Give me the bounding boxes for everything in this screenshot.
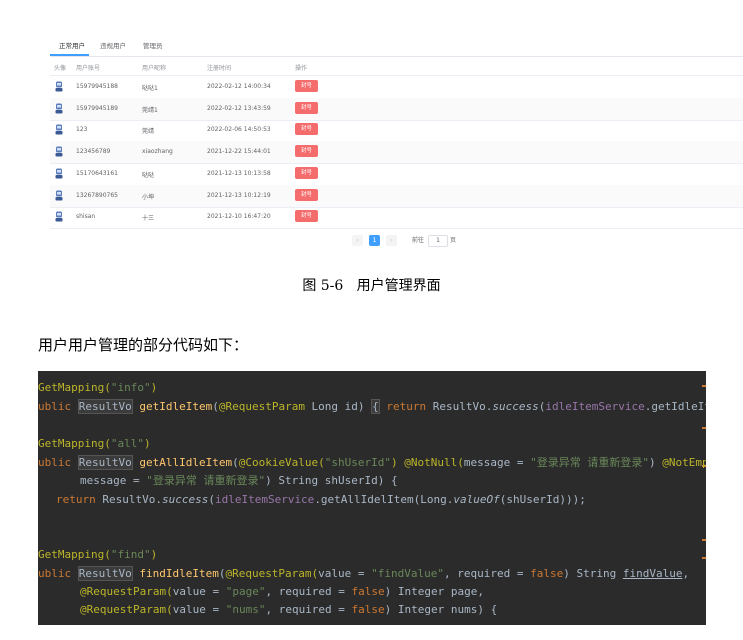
code-screenshot: GetMapping("info") ublic ResultVo getIdl…	[38, 371, 706, 625]
user-avatar-icon	[55, 211, 63, 222]
prev-page-button[interactable]: ‹	[352, 235, 363, 246]
table-row: 15170643161 哒哒 2021-12-13 10:13:58 封号	[50, 163, 743, 186]
user-account: shisan	[76, 213, 96, 221]
code-line: @RequestParam(value = "nums", required =…	[80, 603, 498, 616]
user-avatar-icon	[55, 190, 63, 200]
gutter-marker	[702, 539, 706, 541]
user-nickname: 哒哒	[142, 171, 155, 179]
table-row: 13267890765 小坤 2021-12-13 10:12:19 封号	[50, 184, 743, 208]
register-time: 2021-12-13 10:13:58	[207, 169, 271, 177]
user-account: 15979945189	[76, 104, 118, 112]
gutter-marker	[702, 557, 706, 559]
goto-label: 前往	[412, 237, 425, 244]
user-nickname: 十三	[142, 215, 155, 223]
code-line: @RequestParam(value = "page", required =…	[80, 585, 485, 598]
ban-user-button[interactable]: 封号	[295, 101, 318, 114]
user-avatar-icon	[55, 146, 63, 157]
user-nickname: 哒哒1	[142, 85, 158, 92]
header-register-time: 注册时间	[207, 65, 232, 72]
user-nickname: xiaozhang	[142, 148, 173, 156]
user-account: 123456789	[76, 148, 111, 156]
user-nickname: 莞靖	[142, 128, 155, 136]
user-nickname: 莞靖1	[142, 106, 158, 114]
goto-page-input[interactable]: 1	[428, 235, 448, 247]
active-tab-indicator	[50, 54, 89, 56]
figure-caption: 图 5-6 用户管理界面	[302, 278, 441, 294]
next-page-button[interactable]: ›	[386, 235, 397, 246]
page-suffix: 页	[450, 237, 457, 244]
register-time: 2021-12-13 10:12:19	[207, 191, 271, 199]
page-1-button[interactable]: 1	[369, 235, 380, 246]
user-account: 13267890765	[76, 191, 118, 199]
user-management-screenshot: 正常用户 违规用户 管理员 头像 用户账号 用户昵称 注册时间 操作 15979…	[50, 30, 743, 260]
ban-user-button[interactable]: 封号	[295, 210, 318, 223]
table-row: 123456789 xiaozhang 2021-12-22 15:44:01 封号	[50, 141, 743, 165]
user-avatar-icon	[55, 103, 63, 114]
register-time: 2022-02-06 14:50:53	[207, 126, 271, 134]
table-row: 123 莞靖 2022-02-06 14:50:53 封号	[50, 119, 743, 143]
register-time: 2022-02-12 13:43:59	[207, 104, 271, 112]
ban-user-button[interactable]: 封号	[295, 188, 318, 201]
user-nickname: 小坤	[142, 193, 155, 201]
code-line: GetMapping("info")	[38, 381, 158, 394]
header-nickname: 用户昵称	[142, 65, 167, 72]
gutter-marker	[702, 385, 706, 387]
user-account: 123	[76, 126, 88, 134]
code-line: ublic ResultVo getIdleItem(@RequestParam…	[38, 399, 706, 414]
code-line: message = "登录异常 请重新登录") String shUserId)…	[80, 474, 398, 487]
ban-user-button[interactable]: 封号	[295, 145, 318, 158]
register-time: 2021-12-10 16:47:20	[207, 213, 271, 221]
register-time: 2021-12-22 15:44:01	[207, 148, 271, 156]
header-actions: 操作	[295, 65, 308, 72]
register-time: 2022-02-12 14:00:34	[207, 83, 271, 90]
header-avatar: 头像	[54, 65, 67, 72]
user-avatar-icon	[55, 81, 63, 92]
gutter-marker	[702, 427, 706, 429]
user-account: 15979945188	[76, 83, 118, 90]
code-line: return ResultVo.success(idleItemService.…	[56, 493, 586, 506]
table-row: 15979945189 莞靖1 2022-02-12 13:43:59 封号	[50, 97, 743, 121]
ban-user-button[interactable]: 封号	[295, 80, 318, 92]
tab-normal-users[interactable]: 正常用户	[59, 40, 85, 50]
ban-user-button[interactable]: 封号	[295, 123, 318, 136]
table-row: shisan 十三 2021-12-10 16:47:20 封号	[50, 206, 743, 230]
code-line: GetMapping("find")	[38, 548, 158, 561]
table-header: 头像 用户账号 用户昵称 注册时间 操作	[50, 60, 743, 76]
tab-admins[interactable]: 管理员	[143, 40, 163, 50]
code-line: ublic ResultVo findIdleItem(@RequestPara…	[38, 566, 690, 581]
user-avatar-icon	[55, 124, 63, 135]
code-line: ublic ResultVo getAllIdleItem(@CookieVal…	[38, 455, 706, 470]
tab-violation-users[interactable]: 违规用户	[100, 40, 126, 50]
user-avatar-icon	[55, 168, 63, 179]
code-line: GetMapping("all")	[38, 437, 151, 450]
ban-user-button[interactable]: 封号	[295, 166, 318, 179]
intro-paragraph: 用户用户管理的部分代码如下：	[38, 336, 249, 354]
header-account: 用户账号	[76, 65, 101, 72]
table-row: 15979945188 哒哒1 2022-02-12 14:00:34 封号	[50, 76, 743, 99]
user-tabs: 正常用户 违规用户 管理员	[50, 30, 743, 57]
user-account: 15170643161	[76, 169, 118, 177]
